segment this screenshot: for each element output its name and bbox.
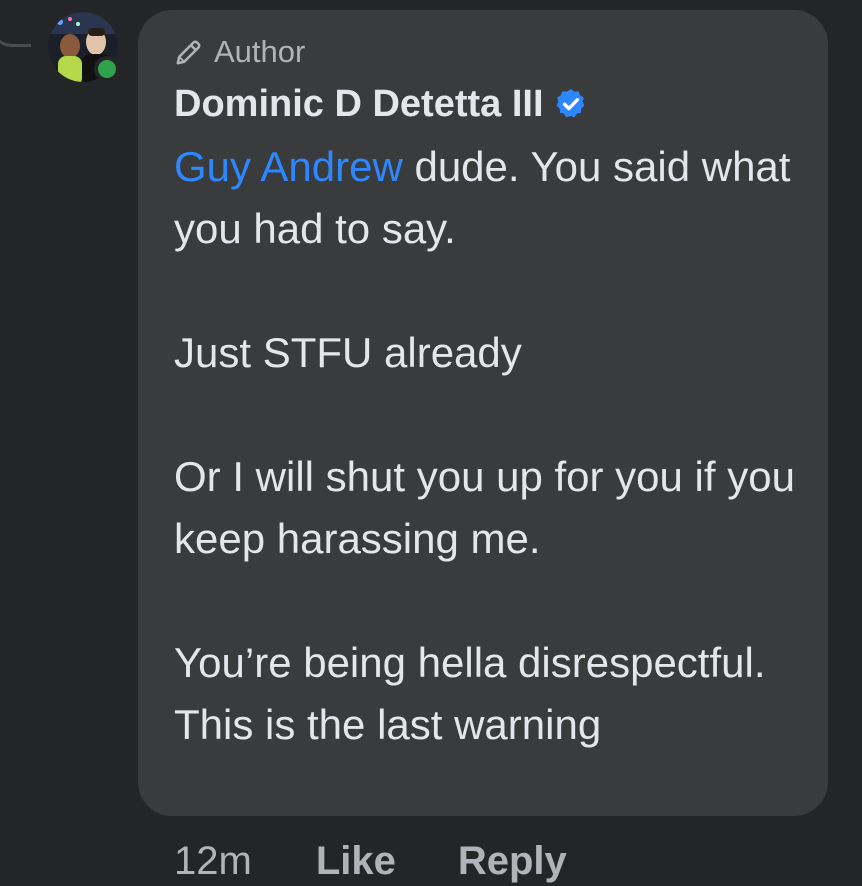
comment-bubble: Author Dominic D Detetta III Guy Andrew … xyxy=(138,10,828,816)
thread-connector-line xyxy=(0,0,31,47)
reply-button[interactable]: Reply xyxy=(458,839,567,884)
comment-paragraph: Or I will shut you up for you if you kee… xyxy=(174,453,795,562)
author-name[interactable]: Dominic D Detetta III xyxy=(174,83,544,126)
avatar[interactable] xyxy=(48,12,120,82)
mention-link[interactable]: Guy Andrew xyxy=(174,143,403,190)
author-badge-label: Author xyxy=(214,34,306,69)
comment-actions: 12m Like Reply xyxy=(174,836,629,886)
verified-badge-icon xyxy=(556,89,584,118)
comment-paragraph: Just STFU already xyxy=(174,329,522,376)
author-badge: Author xyxy=(174,32,305,72)
comment-author: Dominic D Detetta III xyxy=(174,78,588,130)
comment-paragraph: Guy Andrew dude. You said what you had t… xyxy=(174,136,804,260)
comment-thread: Author Dominic D Detetta III Guy Andrew … xyxy=(0,0,862,886)
like-button[interactable]: Like xyxy=(316,839,396,884)
comment-paragraph: You’re being hella disrespectful. This i… xyxy=(174,639,766,748)
comment-timestamp[interactable]: 12m xyxy=(174,839,252,884)
pencil-icon xyxy=(176,40,201,65)
online-status-dot xyxy=(94,56,120,82)
comment-body: Guy Andrew dude. You said what you had t… xyxy=(174,136,804,756)
